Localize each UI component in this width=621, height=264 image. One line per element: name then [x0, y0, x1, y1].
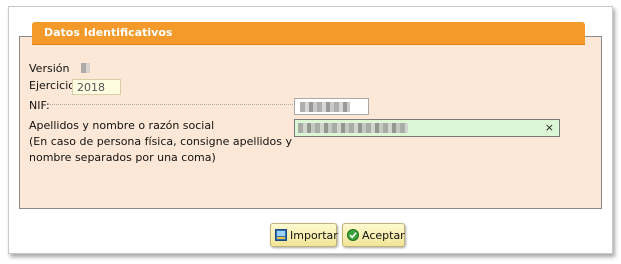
accept-button[interactable]: Aceptar	[342, 223, 405, 247]
name-label-line1: Apellidos y nombre o razón social	[29, 119, 215, 132]
version-label: Versión	[29, 62, 70, 75]
name-label-line2: (En caso de persona física, consigne ape…	[29, 135, 293, 148]
section-title: Datos Identificativos	[44, 26, 173, 39]
import-button[interactable]: Importar	[270, 223, 338, 247]
nif-value-redacted	[300, 102, 350, 112]
ejercicio-label: Ejercicio	[29, 79, 75, 92]
nif-leader-line	[50, 104, 293, 105]
panel-header: Datos Identificativos	[32, 22, 585, 45]
version-value-redacted	[81, 63, 90, 73]
accept-label: Aceptar	[362, 228, 405, 242]
name-input[interactable]: ×	[294, 119, 560, 137]
name-value-redacted	[298, 123, 408, 133]
nif-label: NIF:	[29, 99, 50, 112]
ejercicio-value: 2018	[77, 81, 105, 94]
import-icon	[275, 229, 287, 241]
import-label: Importar	[290, 228, 338, 242]
ejercicio-field[interactable]: 2018	[72, 79, 121, 95]
name-label-line3: nombre separados por una coma)	[29, 151, 216, 164]
clear-icon[interactable]: ×	[545, 122, 554, 134]
check-icon	[347, 229, 359, 241]
nif-input[interactable]	[294, 98, 369, 115]
